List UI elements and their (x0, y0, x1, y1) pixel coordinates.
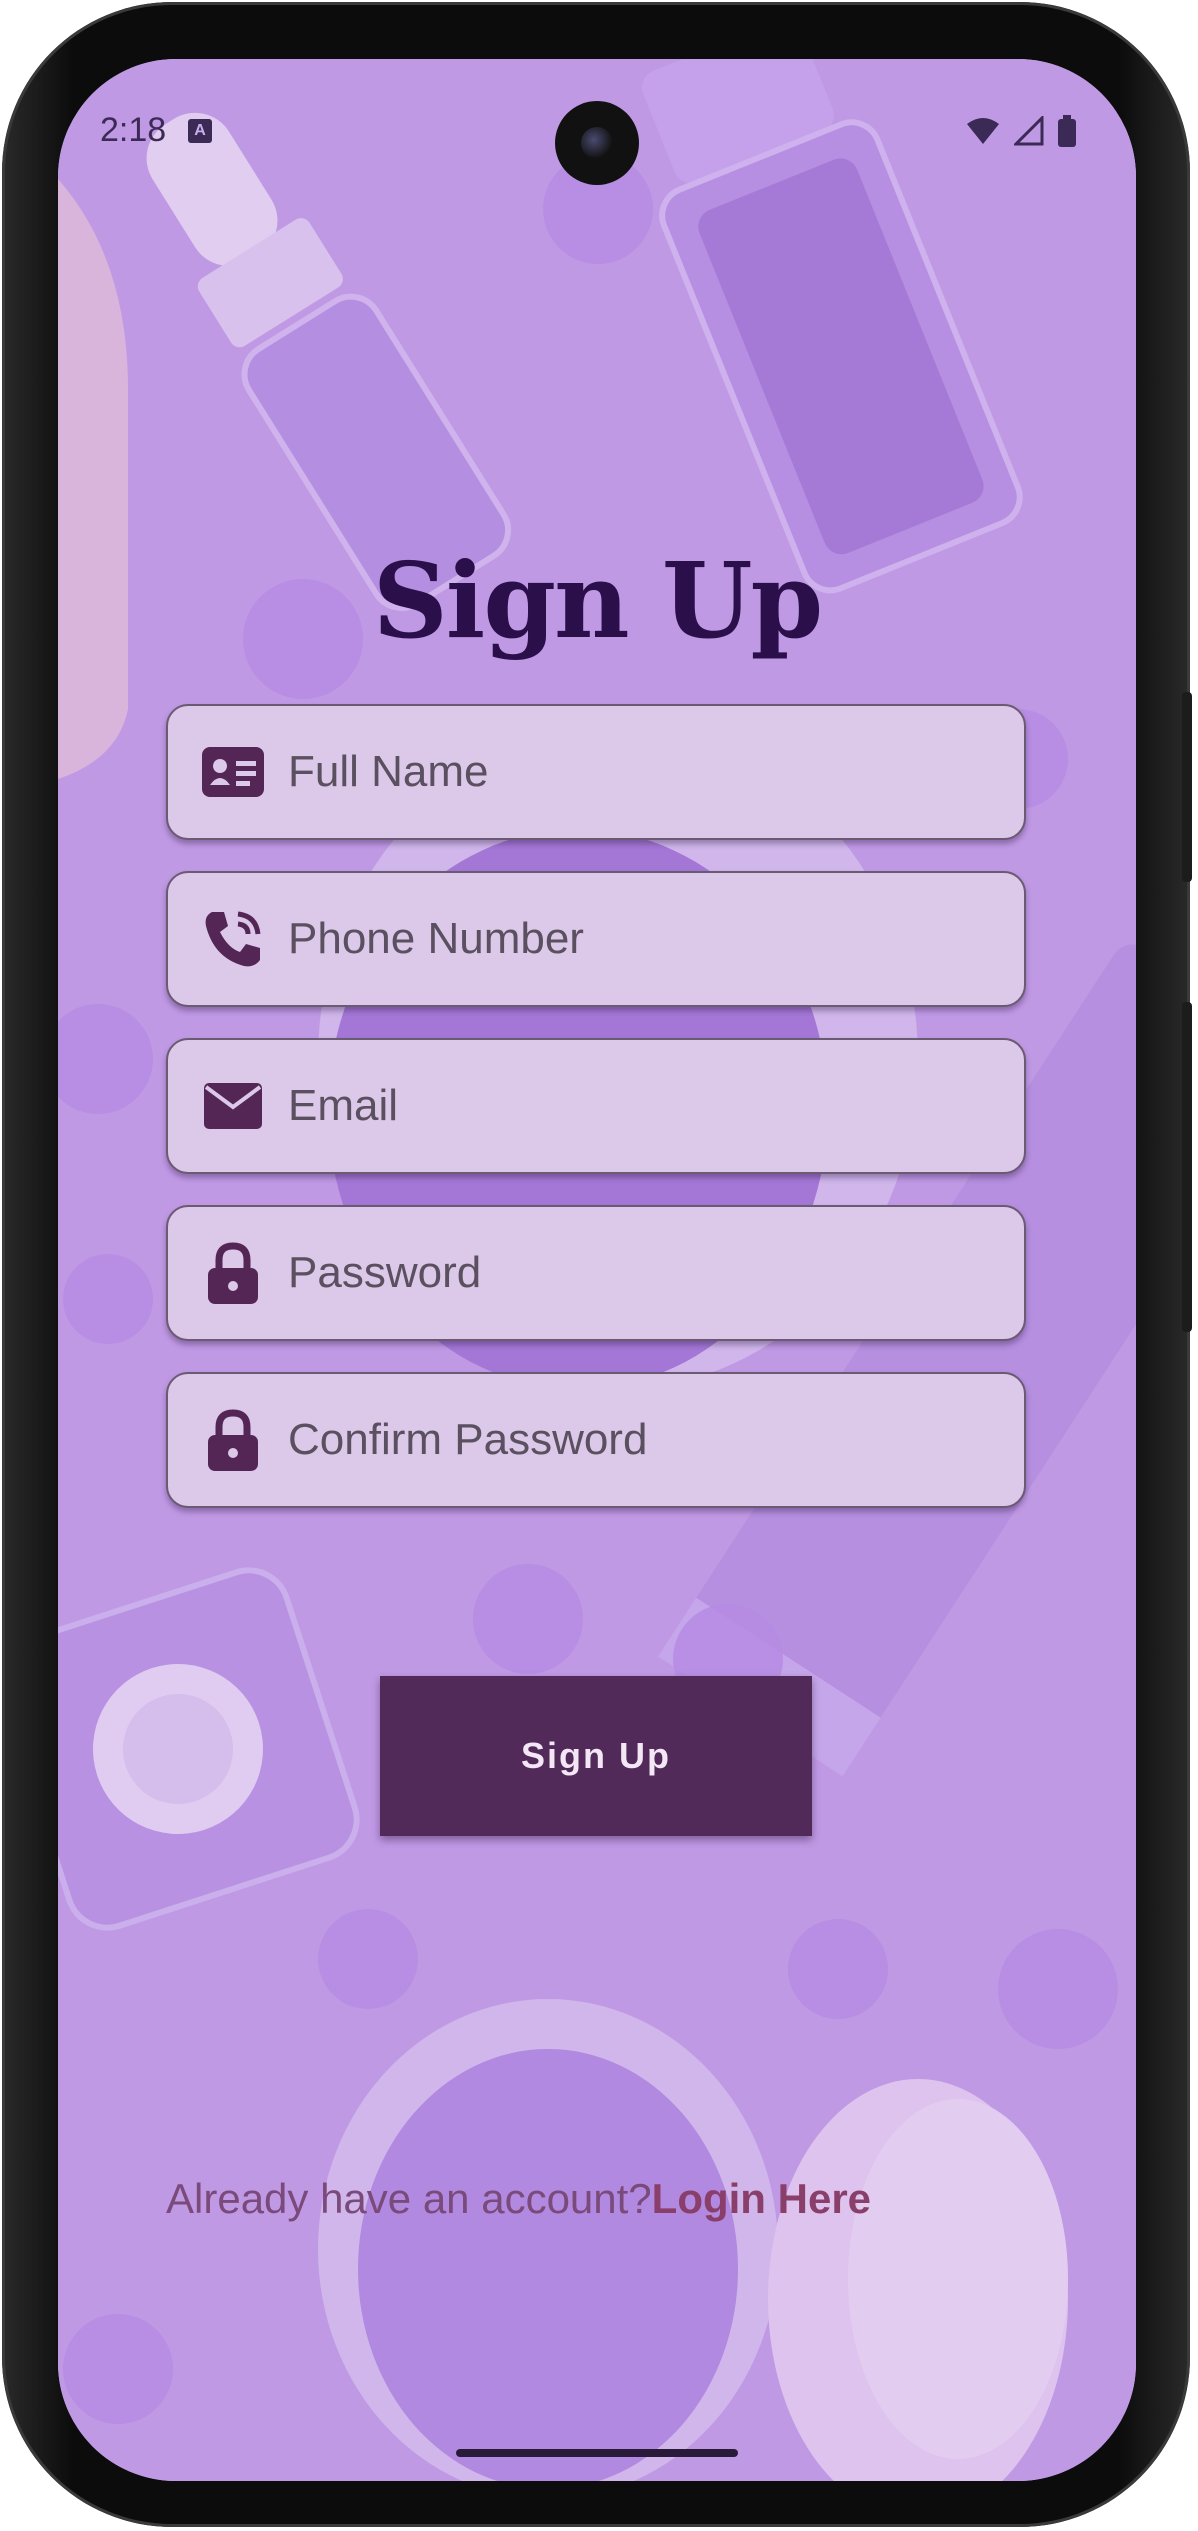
wifi-icon (967, 118, 999, 144)
battery-icon (1058, 115, 1076, 147)
email-placeholder: Email (288, 1081, 399, 1130)
id-card-icon (202, 741, 264, 803)
phone-icon (202, 908, 264, 970)
login-prompt: Already have an account?Login Here (166, 2175, 871, 2223)
login-here-link[interactable]: Login Here (652, 2175, 871, 2222)
full-name-placeholder: Full Name (288, 747, 489, 796)
power-button (1182, 1002, 1192, 1332)
confirm-password-placeholder: Confirm Password (288, 1415, 648, 1464)
a-icon: A (188, 119, 212, 143)
login-prompt-text: Already have an account? (166, 2175, 652, 2222)
volume-button (1182, 692, 1192, 882)
status-bar: 2:18 A (58, 59, 1136, 199)
phone-frame: 2:18 A Sign Up Full Name Phone Number Em… (2, 2, 1192, 2527)
password-placeholder: Password (288, 1248, 482, 1297)
mail-icon (202, 1075, 264, 1137)
signal-icon (1014, 116, 1044, 146)
confirm-password-field[interactable]: Confirm Password (166, 1372, 1026, 1508)
status-time: 2:18 (100, 111, 167, 149)
front-camera (555, 101, 639, 185)
lock-icon (202, 1409, 264, 1471)
home-indicator[interactable] (456, 2449, 738, 2457)
lock-icon (202, 1242, 264, 1304)
email-field[interactable]: Email (166, 1038, 1026, 1174)
sign-up-button[interactable]: Sign Up (380, 1676, 812, 1836)
phone-number-placeholder: Phone Number (288, 914, 584, 963)
page-title: Sign Up (372, 539, 824, 662)
full-name-field[interactable]: Full Name (166, 704, 1026, 840)
password-field[interactable]: Password (166, 1205, 1026, 1341)
screen: 2:18 A Sign Up Full Name Phone Number Em… (58, 59, 1136, 2481)
phone-number-field[interactable]: Phone Number (166, 871, 1026, 1007)
status-icons (966, 111, 1076, 151)
